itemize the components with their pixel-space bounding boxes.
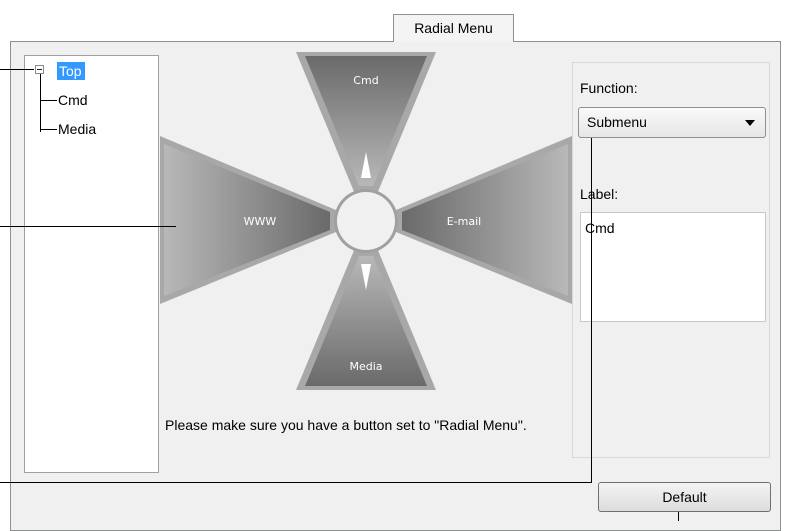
radial-menu-note: Please make sure you have a button set t… xyxy=(165,417,527,433)
wedge-label-left: WWW xyxy=(244,215,277,228)
callout-line-tree xyxy=(0,69,34,70)
tab-radial-menu[interactable]: Radial Menu xyxy=(393,14,514,42)
collapse-icon[interactable] xyxy=(35,65,44,74)
wedge-label-right: E-mail xyxy=(447,215,482,228)
callout-line-radial xyxy=(0,226,176,227)
label-field-label: Label: xyxy=(580,186,619,202)
function-label: Function: xyxy=(580,80,638,96)
tree-connector xyxy=(41,100,57,101)
radial-center-circle xyxy=(337,192,395,250)
callout-line-function-vertical xyxy=(591,138,592,483)
radial-wedge-top[interactable]: Cmd xyxy=(296,52,436,194)
wedge-label-bottom: Media xyxy=(349,360,382,373)
tree-connector xyxy=(40,74,41,132)
tree-item-media[interactable]: Media xyxy=(58,120,96,138)
tree-item-cmd[interactable]: Cmd xyxy=(58,91,88,109)
tree-connector xyxy=(41,129,57,130)
label-textarea[interactable]: Cmd xyxy=(580,212,766,322)
dropdown-arrow-icon xyxy=(745,120,755,126)
tree-item-top[interactable]: Top xyxy=(57,62,85,80)
function-select-value: Submenu xyxy=(587,114,647,130)
radial-menu-graphic: Cmd Media WWW E-mail xyxy=(160,52,572,390)
default-button[interactable]: Default xyxy=(598,482,771,512)
callout-line-function xyxy=(0,482,592,483)
menu-tree: Top Cmd Media xyxy=(24,55,159,473)
callout-line-default xyxy=(678,512,679,521)
function-select[interactable]: Submenu xyxy=(578,107,766,138)
radial-wedge-bottom[interactable]: Media xyxy=(296,248,436,390)
radial-wedge-right[interactable]: E-mail xyxy=(396,136,572,304)
radial-wedge-left[interactable]: WWW xyxy=(160,136,336,304)
wedge-label-top: Cmd xyxy=(353,74,378,87)
